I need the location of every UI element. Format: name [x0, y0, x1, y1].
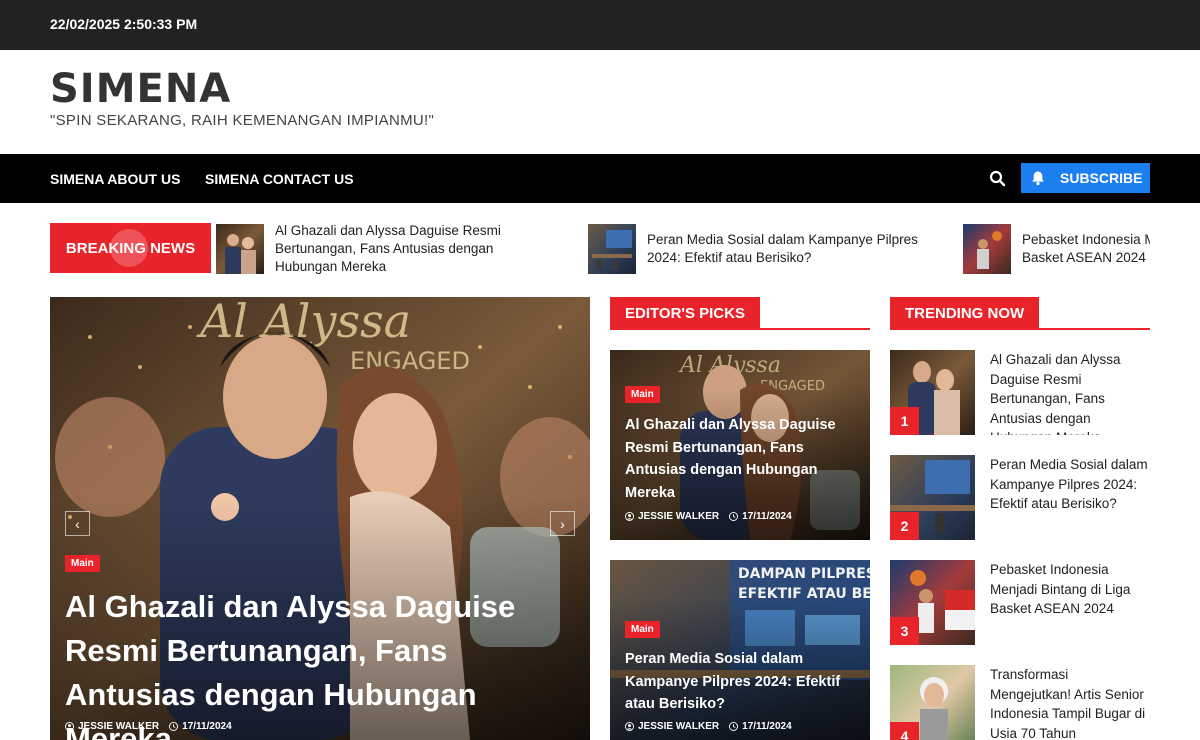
trending-title[interactable]: Peran Media Sosial dalam Kampanye Pilpre…: [990, 455, 1152, 540]
clock-icon: [169, 722, 179, 731]
clock-icon: [729, 722, 739, 731]
bell-icon: [1030, 170, 1046, 186]
trending-title[interactable]: Pebasket Indonesia Menjadi Bintang di Li…: [990, 560, 1152, 645]
editor-pick-title[interactable]: Al Ghazali dan Alyssa Daguise Resmi Bert…: [625, 414, 860, 504]
top-bar: 22/02/2025 2:50:33 PM: [0, 0, 1200, 50]
post-author[interactable]: JESSIE WALKER: [638, 721, 719, 732]
trending-now-heading: TRENDING NOW: [890, 297, 1150, 330]
featured-slider[interactable]: Al Alyssa ENGAGED ‹ › Main Al Ghazali da…: [50, 297, 590, 740]
category-badge[interactable]: Main: [625, 386, 660, 403]
search-icon[interactable]: [989, 170, 1006, 187]
user-icon: [625, 512, 634, 521]
trending-item[interactable]: 2 Peran Media Sosial dalam Kampanye Pilp…: [890, 455, 1150, 540]
ticker-item-title: Peran Media Sosial dalam Kampanye Pilpre…: [647, 232, 918, 265]
breaking-news-ticker: BREAKING NEWS Al Ghazali dan Alyssa Dagu…: [50, 222, 1150, 276]
editor-pick-title[interactable]: Peran Media Sosial dalam Kampanye Pilpre…: [625, 648, 860, 716]
post-author[interactable]: JESSIE WALKER: [78, 721, 159, 732]
trending-rank: 2: [890, 512, 919, 540]
post-meta: JESSIE WALKER 17/11/2024: [625, 721, 792, 732]
category-badge[interactable]: Main: [625, 621, 660, 638]
trending-item[interactable]: 1 Al Ghazali dan Alyssa Daguise Resmi Be…: [890, 350, 1150, 435]
site-branding: SIMENA "SPIN SEKARANG, RAIH KEMENANGAN I…: [0, 50, 1200, 154]
trending-thumbnail[interactable]: 2: [890, 455, 975, 540]
subscribe-label: SUBSCRIBE: [1060, 170, 1143, 186]
trending-rank: 3: [890, 617, 919, 645]
breaking-news-label: BREAKING NEWS: [50, 223, 211, 273]
ticker-thumbnail: [588, 224, 636, 274]
post-author[interactable]: JESSIE WALKER: [638, 511, 719, 522]
nav-link-contact[interactable]: SIMENA CONTACT US: [205, 171, 354, 187]
slider-next-icon[interactable]: ›: [550, 511, 575, 536]
ticker-item[interactable]: Peran Media Sosial dalam Kampanye Pilpre…: [588, 222, 938, 276]
editors-picks-heading: EDITOR'S PICKS: [610, 297, 870, 330]
user-icon: [65, 722, 74, 731]
ticker-item[interactable]: Pebasket Indonesia Menjadi Bintang di Li…: [963, 222, 1150, 276]
slider-prev-icon[interactable]: ‹: [65, 511, 90, 536]
ticker-item[interactable]: Al Ghazali dan Alyssa Daguise Resmi Bert…: [216, 222, 546, 276]
nav-link-about[interactable]: SIMENA ABOUT US: [50, 171, 180, 187]
editor-pick-card[interactable]: Al Alyssa ENGAGED Main Al Ghazali dan Al…: [610, 350, 870, 540]
post-meta: JESSIE WALKER 17/11/2024: [625, 511, 792, 522]
trending-rank: 1: [890, 407, 919, 435]
ticker-item-title: Pebasket Indonesia Menjadi Bintang di Li…: [1022, 232, 1150, 265]
post-meta: JESSIE WALKER 17/11/2024: [65, 721, 232, 732]
trending-item[interactable]: 3 Pebasket Indonesia Menjadi Bintang di …: [890, 560, 1150, 645]
user-icon: [625, 722, 634, 731]
trending-thumbnail[interactable]: 3: [890, 560, 975, 645]
site-tagline: "SPIN SEKARANG, RAIH KEMENANGAN IMPIANMU…: [50, 112, 435, 129]
category-badge[interactable]: Main: [65, 555, 100, 572]
current-datetime: 22/02/2025 2:50:33 PM: [50, 16, 198, 32]
site-title[interactable]: SIMENA: [50, 66, 231, 112]
subscribe-button[interactable]: SUBSCRIBE: [1021, 163, 1150, 193]
editor-pick-card[interactable]: DAMPAN PILPRES: EFEKTIF ATAU BERIKO? Mai…: [610, 560, 870, 740]
post-date[interactable]: 17/11/2024: [742, 511, 792, 522]
trending-title[interactable]: Al Ghazali dan Alyssa Daguise Resmi Bert…: [990, 350, 1152, 435]
hero-title[interactable]: Al Ghazali dan Alyssa Daguise Resmi Bert…: [65, 585, 575, 740]
post-date[interactable]: 17/11/2024: [182, 721, 232, 732]
trending-title[interactable]: Transformasi Mengejutkan! Artis Senior I…: [990, 665, 1152, 740]
ticker-thumbnail: [963, 224, 1011, 274]
clock-icon: [729, 512, 739, 521]
ticker-thumbnail: [216, 224, 264, 274]
trending-thumbnail[interactable]: 4: [890, 665, 975, 740]
trending-thumbnail[interactable]: 1: [890, 350, 975, 435]
post-date[interactable]: 17/11/2024: [742, 721, 792, 732]
trending-item[interactable]: 4 Transformasi Mengejutkan! Artis Senior…: [890, 665, 1150, 740]
trending-rank: 4: [890, 722, 919, 740]
main-nav: SIMENA ABOUT US SIMENA CONTACT US SUBSCR…: [0, 154, 1200, 203]
ticker-item-title: Al Ghazali dan Alyssa Daguise Resmi Bert…: [275, 223, 501, 274]
